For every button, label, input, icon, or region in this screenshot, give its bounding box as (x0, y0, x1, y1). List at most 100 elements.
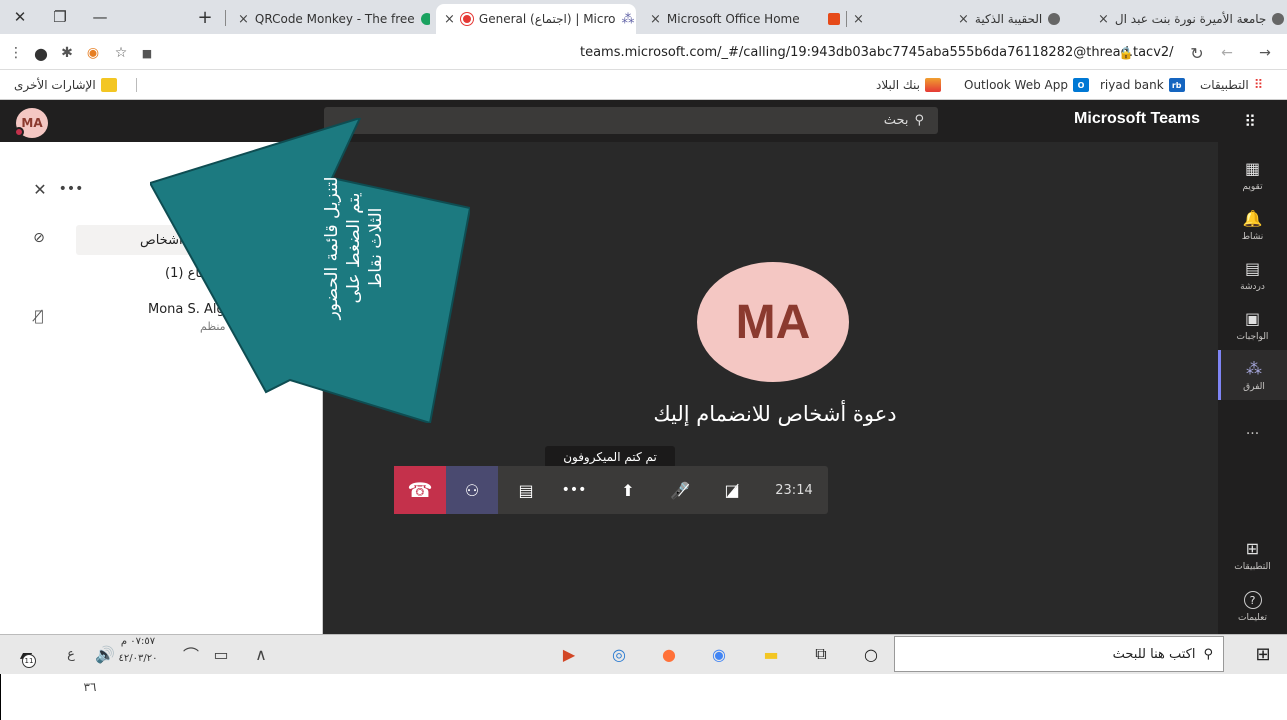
tab-close-icon[interactable]: × (650, 12, 661, 27)
mute-tooltip: تم كتم الميكروفون (545, 446, 675, 468)
task-view-icon[interactable]: ⧉ (806, 638, 836, 670)
rail-item-calendar[interactable]: ▦ تقويم (1218, 150, 1287, 200)
rail-item-apps[interactable]: ⊞ التطبيقات (1218, 530, 1287, 580)
globe-icon (1272, 13, 1285, 25)
albilad-icon (925, 78, 942, 92)
chevron-up-icon[interactable]: ∧ (246, 638, 276, 670)
more-options-icon[interactable]: ••• (59, 180, 84, 198)
clock-time[interactable]: ٠٧:٥٧ م (108, 636, 168, 654)
chat-icon: ▤ (1244, 258, 1261, 278)
firefox-icon[interactable]: ● (654, 638, 684, 670)
language-indicator[interactable]: ع (56, 638, 86, 670)
camera-toggle-button[interactable]: ◪̸ (710, 466, 754, 514)
camera-icon[interactable]: ■ (136, 42, 158, 64)
powerpoint-icon[interactable]: ▶ (554, 638, 584, 670)
minimize-icon: — (92, 8, 108, 26)
more-icon: ••• (561, 482, 587, 498)
more-actions-button[interactable]: ••• (552, 466, 596, 514)
mic-muted-icon: 🎤̸ (670, 480, 690, 500)
outlook-icon: O (1072, 78, 1089, 92)
apps-grid-icon: ⠿ (1253, 77, 1264, 93)
tab-smart-bag[interactable]: × الحقيبة الذكية (950, 4, 1080, 34)
lock-icon[interactable]: 🔒 (1116, 42, 1136, 64)
url-field[interactable]: teams.microsoft.com/_#/calling/19:943db0… (580, 42, 1174, 64)
tab-close-icon[interactable]: × (958, 12, 969, 27)
clock-date[interactable]: ٤٢/٠٣/٢٠ (108, 653, 168, 671)
link-icon[interactable]: ⊘ (28, 228, 50, 248)
windows-start-icon[interactable]: ⊞ (1248, 638, 1278, 670)
close-icon[interactable]: ✕ (30, 180, 50, 199)
share-screen-icon: ⬆ (621, 480, 635, 500)
rail-item-assignments[interactable]: ▣ الواجبات (1218, 300, 1287, 350)
tab-label: الحقيبة الذكية (974, 12, 1043, 26)
menu-icon[interactable]: ⋮ (6, 42, 26, 64)
globe-icon (1048, 13, 1061, 25)
battery-icon[interactable]: ▭ (206, 638, 236, 670)
chat-icon: ▤ (518, 480, 534, 500)
file-explorer-icon[interactable]: ▬ (756, 638, 786, 670)
assignments-icon: ▣ (1244, 308, 1261, 328)
profile-icon[interactable]: ● (30, 42, 52, 64)
bookmark-star-icon[interactable]: ☆ (110, 42, 132, 64)
tab-qrcode[interactable]: × QRCode Monkey - The free (230, 4, 430, 34)
call-timer: 23:14 (775, 482, 813, 498)
cortana-icon[interactable]: ○ (856, 638, 886, 670)
extension-icon[interactable]: ✱ (56, 42, 78, 64)
minimize-window-button[interactable]: — (80, 0, 120, 34)
new-tab-button[interactable]: + (185, 0, 225, 34)
restore-icon: ❐ (53, 8, 67, 26)
chat-button[interactable]: ▤ (504, 466, 548, 514)
tab-close-icon[interactable]: × (853, 12, 864, 27)
rail-item-activity[interactable]: 🔔 نشاط (1218, 200, 1287, 250)
help-icon: ? (1243, 591, 1262, 609)
mic-toggle-button[interactable]: 🎤̸ (658, 466, 702, 514)
qrcode-icon (420, 13, 430, 25)
back-icon[interactable]: → (1254, 42, 1276, 64)
page-number: ٣٦ (83, 680, 97, 694)
restore-window-button[interactable]: ❐ (40, 0, 80, 34)
search-icon: ⚲ (1203, 646, 1213, 662)
rail-item-chat[interactable]: ▤ دردشة (1218, 250, 1287, 300)
globe-app-icon[interactable]: ◎ (604, 638, 634, 670)
bookmark-outlook[interactable]: Outlook Web App O (964, 74, 1089, 96)
bookmark-other[interactable]: الإشارات الأخرى (14, 74, 117, 96)
tab-close-icon[interactable]: × (444, 12, 455, 27)
tab-separator (225, 10, 226, 26)
people-icon: ⚇ (464, 480, 480, 500)
tab-close-icon[interactable]: × (1098, 12, 1109, 27)
mic-muted-icon: 🎙̸ (34, 307, 44, 325)
close-window-button[interactable]: ✕ (0, 0, 40, 34)
tab-label: General (اجتماع) | Micro (478, 12, 616, 26)
app-launcher-icon[interactable]: ⠿ (1236, 108, 1264, 134)
share-button[interactable]: ⬆ (606, 466, 650, 514)
bookmarks-bar (0, 70, 1287, 100)
rail-item-more[interactable]: ... (1218, 405, 1287, 455)
tab-office-home[interactable]: × Microsoft Office Home (642, 4, 812, 34)
show-participants-button[interactable]: ⚇ (446, 466, 498, 514)
tab-close-icon[interactable]: × (238, 12, 249, 27)
bookmark-albilad[interactable]: بنك البلاد (876, 74, 942, 96)
chrome-icon[interactable]: ◉ (704, 638, 734, 670)
rail-item-teams[interactable]: ⁂ الفرق (1218, 350, 1287, 400)
tab-teams-general[interactable]: × General (اجتماع) | Micro ⁂ (436, 4, 636, 34)
tab-label: Microsoft Office Home (666, 12, 800, 26)
reload-icon[interactable]: ↻ (1186, 42, 1208, 64)
riyad-bank-icon: rb (1168, 78, 1185, 92)
forward-icon[interactable]: ← (1216, 42, 1238, 64)
status-badge (14, 127, 24, 137)
tab-office[interactable]: × (820, 4, 890, 34)
extension-avatar-icon[interactable]: ◉ (82, 42, 104, 64)
bookmark-riyad[interactable]: riyad bank rb (1100, 74, 1185, 96)
office-icon (828, 13, 840, 25)
participant-avatar: MA (697, 262, 849, 382)
invite-message: دعوة أشخاص للانضمام إليك (653, 402, 897, 426)
tab-label: جامعة الأميرة نورة بنت عبد ال (1114, 12, 1267, 26)
hang-up-button[interactable]: ☎ (394, 466, 446, 514)
rail-item-help[interactable]: ? تعليمات (1218, 582, 1287, 632)
tab-pnu[interactable]: × جامعة الأميرة نورة بنت عبد ال (1090, 4, 1285, 34)
bookmark-apps[interactable]: التطبيقات ⠿ (1200, 74, 1263, 96)
annotation-text: لتنزيل قائمة الحضور يتم الضغط على الثلاث… (322, 176, 386, 320)
camera-off-icon: ◪̸ (724, 480, 740, 500)
taskbar-search-input[interactable]: اكتب هنا للبحث ⚲ (894, 636, 1224, 672)
wifi-icon[interactable]: ⌒ (176, 638, 206, 670)
